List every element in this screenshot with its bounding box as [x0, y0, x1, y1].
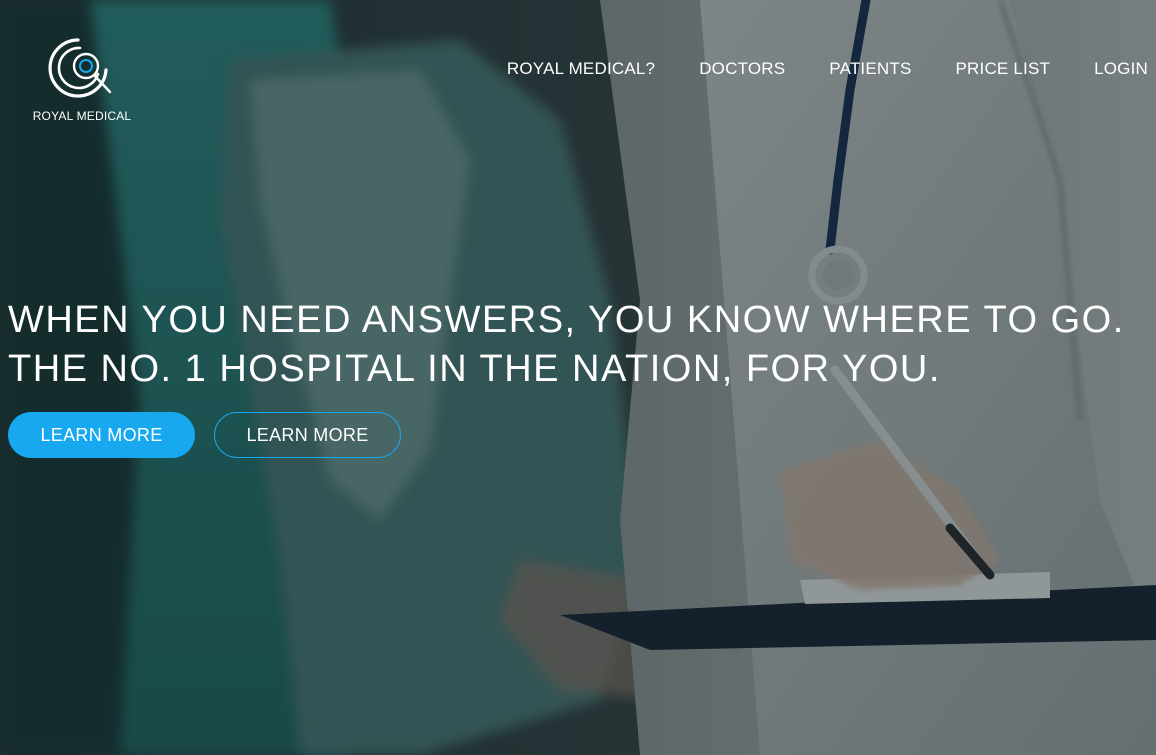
logo-emblem-icon [48, 38, 112, 98]
learn-more-primary-button[interactable]: LEARN MORE [8, 412, 195, 458]
nav-item-royal-medical[interactable]: ROYAL MEDICAL? [507, 58, 655, 80]
main-navigation: ROYAL MEDICAL? DOCTORS PATIENTS PRICE LI… [463, 58, 1148, 80]
brand-name: ROYAL MEDICAL [32, 109, 132, 123]
hero-section: ROYAL MEDICAL ROYAL MEDICAL? DOCTORS PAT… [0, 0, 1156, 755]
nav-item-price-list[interactable]: PRICE LIST [956, 58, 1051, 80]
hero-headline: WHEN YOU NEED ANSWERS, YOU KNOW WHERE TO… [8, 296, 1125, 394]
nav-item-login[interactable]: LOGIN [1094, 58, 1148, 80]
hero-headline-line-1: WHEN YOU NEED ANSWERS, YOU KNOW WHERE TO… [8, 299, 1125, 341]
brand-logo[interactable]: ROYAL MEDICAL [30, 36, 134, 128]
nav-item-doctors[interactable]: DOCTORS [699, 58, 785, 80]
hero-headline-line-2: THE NO. 1 HOSPITAL IN THE NATION, FOR YO… [8, 348, 941, 390]
nav-item-patients[interactable]: PATIENTS [829, 58, 911, 80]
hero-buttons: LEARN MORE LEARN MORE [8, 412, 401, 458]
learn-more-outline-button[interactable]: LEARN MORE [214, 412, 401, 458]
